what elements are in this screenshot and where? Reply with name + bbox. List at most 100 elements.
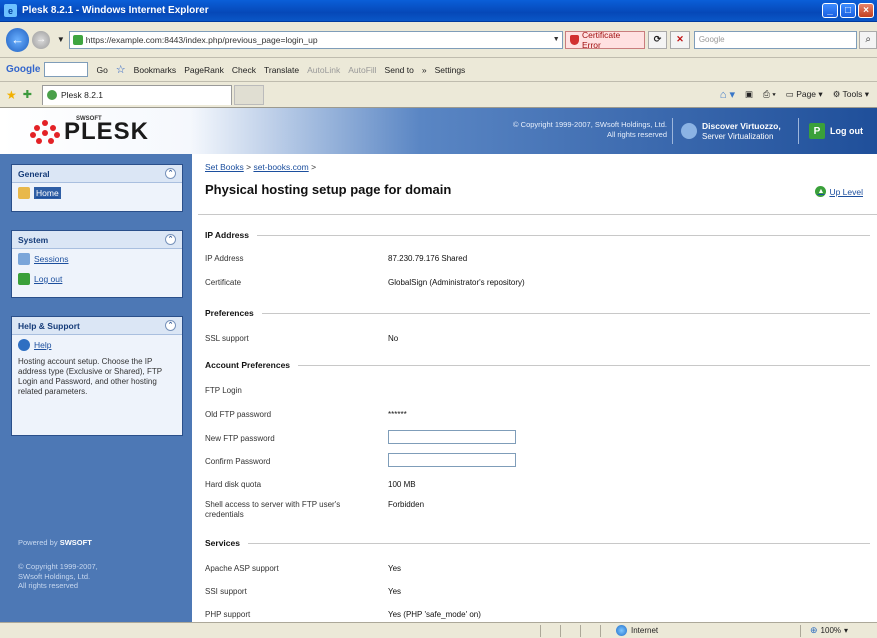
sidebar-item-sessions[interactable]: Sessions (12, 249, 182, 269)
certificate-error-button[interactable]: Certificate Error (565, 30, 645, 50)
chevron-down-icon[interactable]: ▼ (550, 36, 562, 43)
breadcrumb-link-domain[interactable]: set-books.com (253, 162, 308, 172)
toolbar-pagerank[interactable]: PageRank (184, 65, 224, 75)
field-label: Apache ASP support (205, 564, 279, 573)
history-dropdown-icon[interactable]: ▼ (57, 35, 65, 44)
field-value: GlobalSign (Administrator's repository) (388, 278, 525, 287)
forward-button[interactable]: → (32, 30, 50, 49)
refresh-button[interactable]: ⟳ (647, 30, 668, 49)
confirm-password-input[interactable] (388, 453, 516, 467)
sidebar-item-label: Home (34, 187, 61, 199)
favorites-star-icon[interactable]: ★ (6, 88, 17, 102)
home-icon[interactable]: ⌂ ▾ (720, 88, 735, 101)
google-search-input[interactable] (44, 62, 89, 77)
sidebar-item-label: Help (34, 340, 52, 350)
status-divider (580, 625, 581, 637)
toolbar-send-to[interactable]: Send to (385, 65, 414, 75)
breadcrumb-link-set-books[interactable]: Set Books (205, 162, 244, 172)
field-value: 87.230.79.176 Shared (388, 254, 468, 263)
plesk-logo[interactable]: SWSOFT PLESK (30, 116, 149, 146)
search-input[interactable]: Google (693, 30, 858, 49)
star-icon[interactable]: ☆ (116, 63, 126, 76)
tab-bar: ★ ✚ Plesk 8.2.1 ⌂ ▾ ▣ ⎙ ▾ ▭ Page ▾ ⚙ Too… (0, 82, 877, 108)
nav-box-general: General ⌃ Home (11, 164, 183, 212)
toolbar-autofill[interactable]: AutoFill (348, 65, 376, 75)
virtuozzo-text: Discover Virtuozzo, Server Virtualizatio… (702, 121, 781, 142)
print-icon[interactable]: ⎙ ▾ (763, 89, 776, 100)
back-button[interactable]: ← (6, 27, 30, 52)
sidebar-item-logout[interactable]: Log out (12, 269, 182, 289)
field-value: No (388, 334, 399, 343)
add-favorites-icon[interactable]: ✚ (23, 88, 32, 101)
new-tab-button[interactable] (233, 84, 264, 105)
toolbar-go[interactable]: Go (96, 65, 107, 75)
tools-menu[interactable]: ⚙ Tools ▾ (833, 89, 869, 100)
nav-box-header[interactable]: General ⌃ (12, 165, 182, 183)
nav-box-help: Help & Support ⌃ Help Hosting account se… (11, 316, 183, 436)
sidebar-item-label: Sessions (34, 254, 69, 264)
breadcrumb-separator: > (308, 162, 317, 172)
field-value: 100 MB (388, 480, 416, 489)
field-value: Forbidden (388, 500, 425, 509)
stop-button[interactable]: ✕ (670, 30, 690, 49)
field-label: Certificate (205, 278, 242, 287)
search-button[interactable]: ⌕ (859, 30, 877, 49)
tools-menu-label: Tools (842, 89, 863, 99)
header-copyright-line: All rights reserved (606, 130, 667, 139)
copyright-line: © Copyright 1999-2007, (18, 562, 98, 571)
nav-box-header[interactable]: System ⌃ (12, 231, 182, 249)
collapse-icon[interactable]: ⌃ (165, 234, 176, 245)
toolbar-settings[interactable]: Settings (435, 65, 466, 75)
sidebar-item-home[interactable]: Home (12, 183, 182, 203)
address-url: https://example.com:8443/index.php/previ… (85, 34, 318, 45)
section-title: IP Address (205, 230, 249, 240)
header-logout-label: Log out (830, 126, 863, 136)
header-logout-button[interactable]: P Log out (798, 118, 863, 144)
field-label: Shell access to server with FTP user's c… (205, 500, 341, 519)
collapse-icon[interactable]: ⌃ (165, 168, 176, 179)
section-ip-address: IP Address (205, 230, 870, 240)
plesk-mark-icon (30, 120, 60, 144)
shield-icon (570, 34, 579, 45)
close-button[interactable]: × (858, 3, 874, 18)
new-ftp-password-input[interactable] (388, 430, 516, 444)
virtuozzo-link[interactable]: Discover Virtuozzo, Server Virtualizatio… (672, 118, 781, 144)
page-menu[interactable]: ▭ Page ▾ (786, 89, 823, 100)
nav-box-title: Help & Support (18, 320, 80, 331)
google-logo[interactable]: Google (6, 64, 40, 75)
status-bar: Internet ⊕ 100% ▾ (0, 622, 877, 638)
field-value: ****** (388, 410, 407, 419)
minimize-button[interactable]: _ (822, 3, 838, 18)
toolbar-more[interactable]: » (422, 65, 427, 75)
zoom-control[interactable]: ⊕ 100% ▾ (810, 625, 848, 636)
up-level-icon: ▲ (815, 186, 827, 197)
swsoft-label: SWSOFT (76, 116, 102, 122)
security-zone[interactable]: Internet (616, 625, 658, 636)
field-label: FTP Login (205, 386, 242, 395)
toolbar-translate[interactable]: Translate (264, 65, 299, 75)
virtuozzo-subtitle: Server Virtualization (702, 131, 774, 141)
tab-label: Plesk 8.2.1 (60, 90, 104, 100)
collapse-icon[interactable]: ⌃ (165, 320, 176, 331)
nav-box-system: System ⌃ Sessions Log out (11, 230, 183, 298)
status-divider (800, 625, 801, 637)
address-input[interactable]: https://example.com:8443/index.php/previ… (68, 30, 564, 49)
command-bar: ⌂ ▾ ▣ ⎙ ▾ ▭ Page ▾ ⚙ Tools ▾ (720, 88, 877, 101)
copyright-line: SWsoft Holdings, Ltd. (18, 571, 91, 581)
up-level-link[interactable]: ▲ Up Level (815, 186, 863, 197)
feeds-icon[interactable]: ▣ (745, 89, 753, 100)
logout-icon (18, 273, 30, 285)
maximize-button[interactable]: □ (840, 3, 856, 18)
toolbar-autolink[interactable]: AutoLink (307, 65, 340, 75)
up-level-label: Up Level (829, 186, 863, 197)
virtuozzo-title: Discover Virtuozzo, (702, 120, 781, 131)
field-label: SSL support (205, 334, 249, 343)
logout-icon: P (809, 123, 825, 139)
nav-box-header[interactable]: Help & Support ⌃ (12, 317, 182, 335)
sessions-icon (18, 253, 30, 265)
toolbar-check[interactable]: Check (232, 65, 256, 75)
sidebar-item-help[interactable]: Help (12, 335, 182, 355)
field-label: PHP support (205, 610, 251, 619)
toolbar-bookmarks[interactable]: Bookmarks (134, 65, 177, 75)
tab-plesk[interactable]: Plesk 8.2.1 (41, 84, 232, 105)
